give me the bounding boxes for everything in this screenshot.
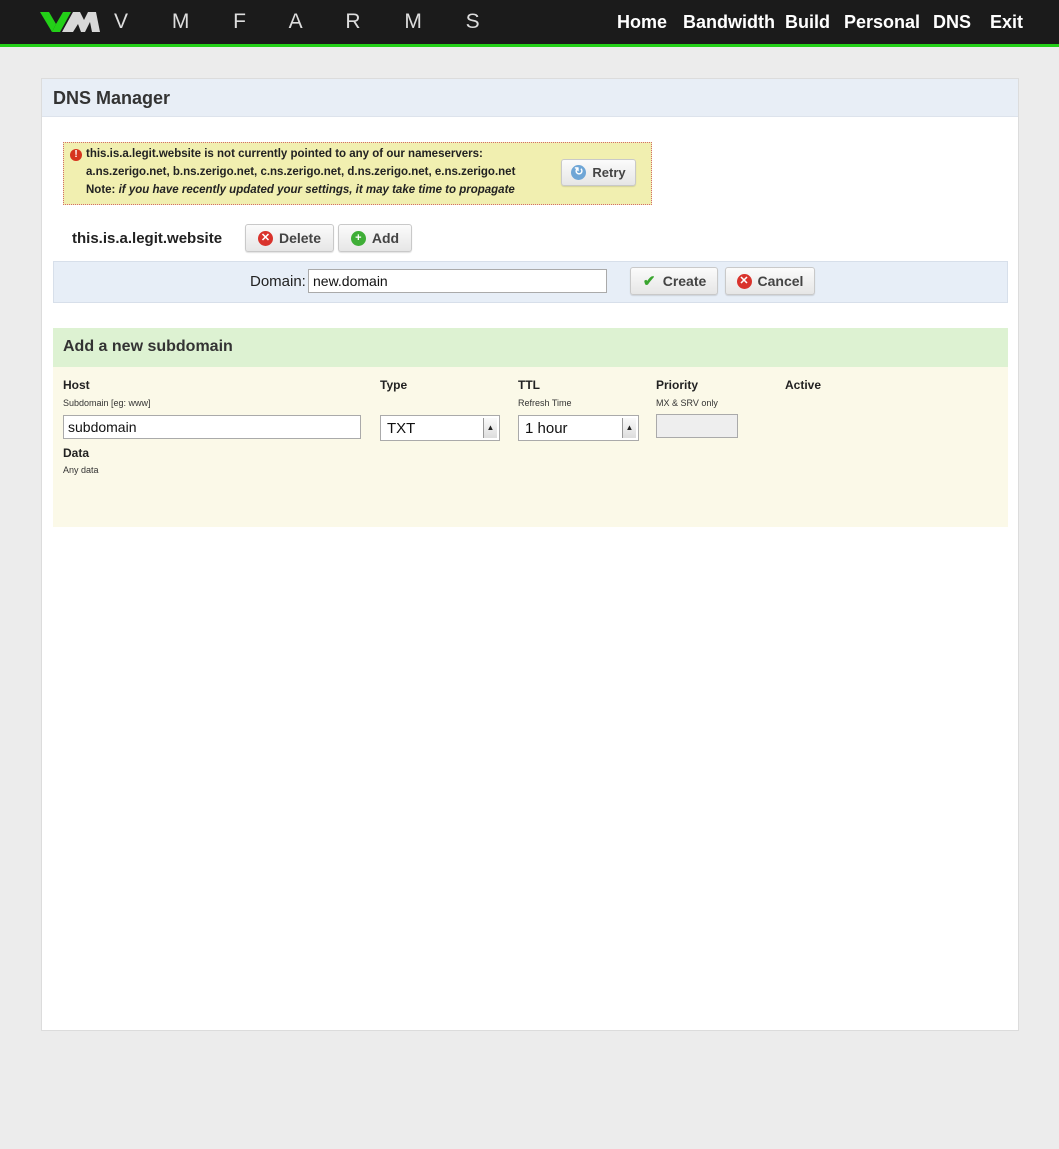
nav-build[interactable]: Build — [785, 12, 830, 33]
priority-input[interactable] — [656, 414, 738, 438]
add-domain-button[interactable]: + Add — [338, 224, 412, 252]
host-label: Host — [63, 378, 90, 392]
data-label: Data — [63, 446, 90, 460]
refresh-icon: ↻ — [571, 165, 587, 180]
cancel-label: Cancel — [757, 273, 804, 289]
panel-header: DNS Manager — [42, 79, 1018, 117]
priority-label: Priority — [656, 378, 699, 392]
warning-note-label: Note: — [86, 184, 116, 196]
nav-home[interactable]: Home — [617, 12, 667, 33]
check-icon: ✔ — [642, 273, 656, 290]
host-hint: Subdomain [eg: www] — [63, 398, 151, 408]
nav-personal[interactable]: Personal — [844, 12, 920, 33]
dns-manager-panel: DNS Manager ! this.is.a.legit.website is… — [41, 78, 1019, 1031]
add-icon: + — [350, 230, 366, 246]
warning-note: Note: if you have recently updated your … — [86, 184, 515, 196]
ttl-label: TTL — [518, 378, 540, 392]
page-title: DNS Manager — [53, 88, 171, 108]
nav-bandwidth[interactable]: Bandwidth — [683, 12, 775, 33]
nav-exit[interactable]: Exit — [990, 12, 1023, 33]
domain-input[interactable]: new.domain — [308, 269, 607, 293]
new-domain-bar: Domain: new.domain ✔ Create ✕ Cancel — [53, 261, 1008, 303]
top-accent-line — [0, 44, 1059, 47]
add-label: Add — [371, 230, 400, 246]
create-label: Create — [662, 273, 707, 289]
ttl-value: 1 hour — [525, 420, 568, 437]
chevron-down-icon: ▲ — [483, 418, 497, 438]
retry-label: Retry — [592, 165, 626, 180]
type-value: TXT — [387, 420, 416, 437]
type-label: Type — [380, 378, 408, 392]
error-icon: ! — [70, 149, 82, 161]
brand-name[interactable]: V M F A R M S — [114, 10, 499, 34]
warning-message: this.is.a.legit.website is not currently… — [86, 148, 483, 160]
delete-label: Delete — [278, 230, 322, 246]
cancel-icon: ✕ — [736, 273, 752, 289]
type-select[interactable]: TXT ▲ — [380, 415, 500, 441]
vm-logo-icon[interactable] — [40, 12, 100, 32]
add-subdomain-header: Add a new subdomain — [53, 328, 1008, 367]
cancel-domain-button[interactable]: ✕ Cancel — [725, 267, 815, 295]
nameserver-warning: ! this.is.a.legit.website is not current… — [63, 142, 652, 205]
data-hint: Any data — [63, 465, 99, 475]
ttl-hint: Refresh Time — [518, 398, 572, 408]
delete-icon: ✕ — [257, 230, 273, 246]
warning-note-text: if you have recently updated your settin… — [118, 184, 515, 196]
active-label: Active — [785, 378, 822, 392]
ttl-select[interactable]: 1 hour ▲ — [518, 415, 639, 441]
add-subdomain-form: Host Subdomain [eg: www] subdomain Type … — [53, 367, 1008, 527]
nav-dns[interactable]: DNS — [933, 12, 971, 33]
priority-hint: MX & SRV only — [656, 398, 718, 408]
chevron-down-icon: ▲ — [622, 418, 636, 438]
warning-nameservers: a.ns.zerigo.net, b.ns.zerigo.net, c.ns.z… — [86, 166, 516, 178]
create-domain-button[interactable]: ✔ Create — [630, 267, 718, 295]
host-input[interactable]: subdomain — [63, 415, 361, 439]
domain-label: Domain: — [250, 273, 306, 290]
delete-domain-button[interactable]: ✕ Delete — [245, 224, 334, 252]
add-subdomain-title: Add a new subdomain — [63, 338, 233, 355]
retry-button[interactable]: ↻ Retry — [561, 159, 636, 186]
domain-name: this.is.a.legit.website — [72, 230, 223, 247]
